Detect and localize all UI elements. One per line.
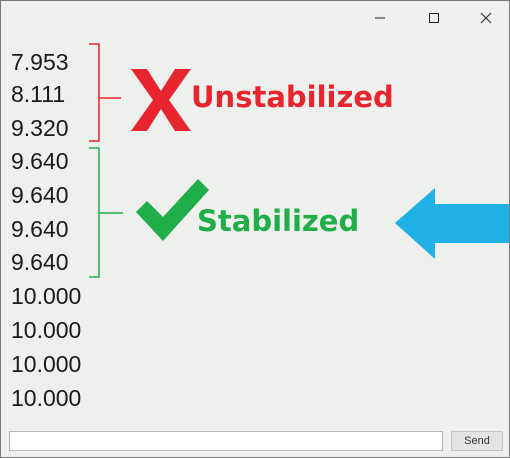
stabilized-bracket (89, 147, 123, 278)
stabilized-label: Stabilized (197, 204, 360, 238)
input-bar: Send (1, 425, 509, 457)
send-button[interactable]: Send (451, 431, 503, 451)
x-mark-icon (131, 69, 191, 131)
message-input[interactable] (9, 431, 443, 451)
left-arrow-icon (395, 188, 509, 259)
unstabilized-label: Unstabilized (191, 80, 394, 114)
unstabilized-bracket (89, 43, 121, 142)
serial-monitor-window: 7.953 8.111 9.320 9.640 9.640 9.640 9.64… (0, 0, 510, 458)
